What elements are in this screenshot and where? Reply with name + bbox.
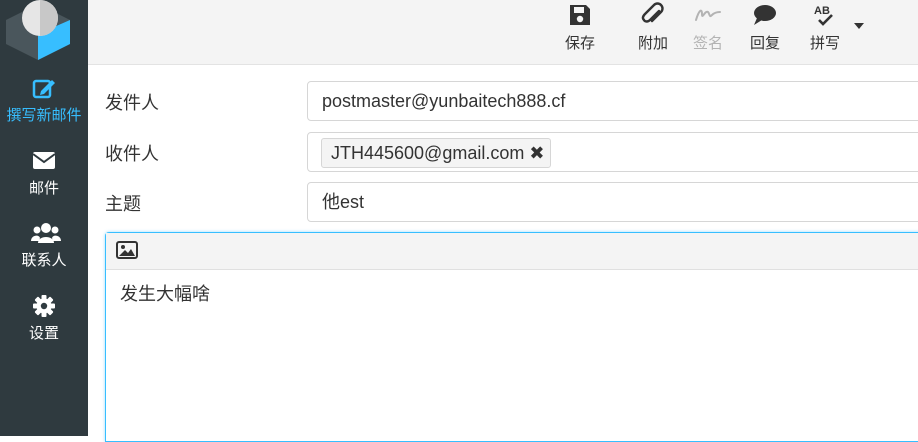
spellcheck-button[interactable]: AB 拼写 — [803, 2, 847, 60]
attach-label: 附加 — [637, 35, 668, 52]
close-icon[interactable]: ✖ — [529, 139, 544, 167]
recipient-chip: JTH445600@gmail.com ✖ — [321, 138, 552, 168]
to-label: 收件人 — [105, 144, 159, 164]
sidebar-item-contacts[interactable]: 联系人 — [0, 221, 88, 281]
editor-toolbar — [106, 233, 918, 270]
signature-button[interactable]: 签名 — [686, 2, 730, 60]
sidebar-item-label: 设置 — [28, 325, 59, 342]
signature-label: 签名 — [692, 35, 723, 52]
attach-button[interactable]: 附加 — [631, 2, 675, 60]
svg-text:AB: AB — [814, 5, 830, 17]
recipient-address: JTH445600@gmail.com — [331, 143, 525, 163]
sidebar-item-label: 邮件 — [28, 180, 59, 197]
sidebar-item-mail[interactable]: 邮件 — [0, 149, 88, 209]
comment-icon — [750, 2, 780, 28]
message-editor[interactable]: 发生大幅啥 — [105, 232, 918, 442]
sidebar-item-compose[interactable]: 撰写新邮件 — [0, 76, 88, 136]
from-value: postmaster@yunbaitech888.cf — [322, 91, 566, 111]
subject-value: 他est — [322, 192, 365, 212]
chevron-down-icon[interactable] — [854, 23, 864, 29]
sidebar: 撰写新邮件 邮件 联系人 设置 — [0, 0, 88, 436]
compose-icon — [31, 76, 57, 100]
reply-label: 回复 — [749, 35, 780, 52]
sidebar-item-settings[interactable]: 设置 — [0, 294, 88, 354]
envelope-icon — [31, 149, 57, 173]
subject-label: 主题 — [105, 194, 141, 214]
subject-input[interactable]: 他est — [307, 182, 918, 222]
paperclip-icon — [638, 2, 668, 28]
save-label: 保存 — [564, 35, 595, 52]
from-label: 发件人 — [105, 93, 159, 113]
gear-icon — [31, 294, 57, 318]
app-logo[interactable] — [0, 0, 88, 62]
sidebar-item-label: 联系人 — [21, 252, 67, 269]
reply-button[interactable]: 回复 — [743, 2, 787, 60]
sidebar-item-label: 撰写新邮件 — [6, 107, 82, 124]
from-field[interactable]: postmaster@yunbaitech888.cf — [307, 81, 918, 121]
spellcheck-label: 拼写 — [809, 35, 840, 52]
signature-icon — [693, 2, 723, 28]
save-icon — [565, 2, 595, 28]
to-field[interactable]: JTH445600@gmail.com ✖ — [307, 132, 918, 172]
editor-body[interactable]: 发生大幅啥 — [106, 270, 918, 316]
spellcheck-icon: AB — [810, 2, 840, 28]
users-icon — [31, 221, 61, 245]
save-button[interactable]: 保存 — [558, 2, 602, 60]
compose-toolbar: 保存 附加 签名 回复 AB 拼写 — [88, 0, 918, 65]
image-icon[interactable] — [116, 240, 138, 265]
